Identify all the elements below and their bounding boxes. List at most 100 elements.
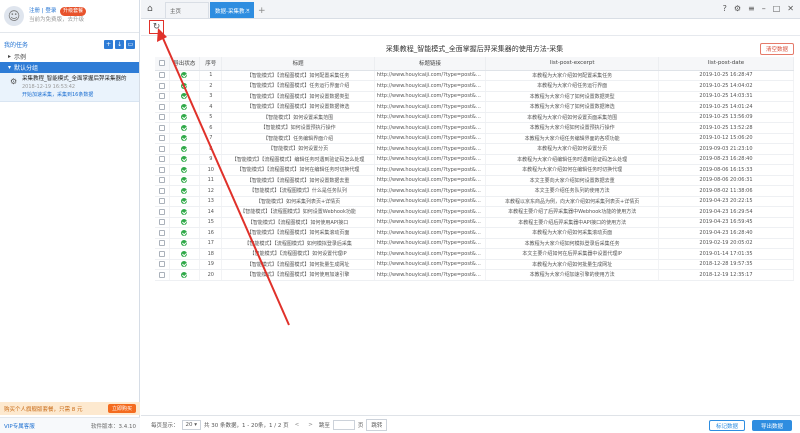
row-checkbox[interactable] [158, 177, 165, 183]
task-item[interactable]: ⚙ 采集教程_智能模式_全面掌握后羿采集器的 2018-12-19 16:53:… [0, 73, 139, 102]
row-checkbox[interactable] [158, 261, 165, 267]
cell-link[interactable]: http://www.houyicaiji.com/?type=post&pid… [374, 164, 487, 176]
cell-link[interactable]: http://www.houyicaiji.com/?type=post&pid… [374, 185, 487, 197]
minimize-icon[interactable]: – [762, 4, 766, 13]
table-row[interactable]: 6 【智能模式】如何设置预执行操作 http://www.houyicaiji.co… [155, 122, 795, 134]
table-row[interactable]: 11 【智能模式】【流程图模式】如何设置数据去重 http://www.houyic… [155, 175, 795, 186]
column-header[interactable]: list-post-excerpt [485, 57, 659, 71]
column-header[interactable]: 标题链接 [374, 57, 487, 71]
import-icon[interactable]: ↓ [115, 39, 124, 49]
row-select[interactable] [155, 133, 170, 144]
tab-home[interactable]: 主页 [165, 2, 209, 18]
row-checkbox[interactable] [158, 82, 165, 89]
table-row[interactable]: 8 【智能模式】如何设置分页 http://www.houyicaiji.com/?… [155, 143, 795, 155]
maximize-icon[interactable]: □ [773, 4, 781, 13]
column-header[interactable]: list-post-date [658, 57, 795, 71]
row-checkbox[interactable] [158, 271, 165, 278]
row-select[interactable] [155, 227, 170, 239]
table-row[interactable]: 20 【智能模式】【流程图模式】如何使用加速引擎 http://www.houyic… [155, 269, 795, 281]
close-icon[interactable]: ✕ [246, 8, 250, 14]
cell-link[interactable]: http://www.houyicaiji.com/?type=post&pid… [374, 101, 487, 113]
cell-link[interactable]: http://www.houyicaiji.com/?type=post&pid… [374, 269, 487, 281]
table-row[interactable]: 10 【智能模式】【流程图模式】如何在编辑任务时切换代理 http://www.ho… [155, 164, 795, 176]
cell-link[interactable]: http://www.houyicaiji.com/?type=post&pid… [374, 91, 487, 102]
cell-link[interactable]: http://www.houyicaiji.com/?type=post&pid… [374, 206, 487, 218]
jump-button[interactable]: 跳转 [366, 418, 388, 431]
row-checkbox[interactable] [158, 229, 165, 236]
cell-link[interactable]: http://www.houyicaiji.com/?type=post&pid… [374, 175, 487, 186]
row-checkbox[interactable] [158, 250, 165, 257]
row-checkbox[interactable] [158, 114, 165, 120]
settings-icon[interactable]: ⚙ [734, 4, 741, 13]
table-row[interactable]: 7 【智能模式】任务编辑界面介绍 http://www.houyicaiji.com… [155, 133, 795, 144]
table-row[interactable]: 15 【智能模式】【流程图模式】如何使用API接口 http://www.houyi… [155, 217, 795, 228]
row-checkbox[interactable] [158, 124, 165, 131]
cell-link[interactable]: http://www.houyicaiji.com/?type=post&pid… [374, 248, 487, 260]
row-select[interactable] [155, 154, 170, 165]
buy-button[interactable]: 立即购买 [107, 404, 136, 413]
add-task-icon[interactable]: + [104, 39, 113, 49]
cell-link[interactable]: http://www.houyicaiji.com/?type=post&pid… [374, 112, 487, 123]
prev-page-button[interactable]: < [292, 422, 303, 428]
row-select[interactable] [155, 164, 170, 176]
row-checkbox[interactable] [158, 166, 165, 173]
row-select[interactable] [155, 143, 170, 155]
table-row[interactable]: 5 【智能模式】如何设置采集范围 http://www.houyicaiji.com… [155, 112, 795, 123]
table-row[interactable]: 17 【智能模式】【流程图模式】如何模拟登录后采集 http://www.houyi… [155, 238, 795, 249]
help-icon[interactable]: ? [723, 4, 727, 13]
select-all-header[interactable] [155, 57, 170, 71]
menu-icon[interactable]: ≡ [748, 4, 755, 13]
row-checkbox[interactable] [158, 187, 165, 194]
home-icon[interactable]: ⌂ [147, 4, 153, 14]
export-data-button[interactable]: 导出数据 [752, 420, 792, 431]
table-row[interactable]: 3 【智能模式】【流程图模式】如何设置数据类型 http://www.houyica… [155, 91, 795, 102]
per-page-select[interactable]: 20 ▾ [181, 419, 202, 430]
user-hint[interactable]: 当前为免费版，去升级 [29, 17, 84, 23]
row-select[interactable] [155, 248, 170, 260]
cell-link[interactable]: http://www.houyicaiji.com/?type=post&pid… [374, 70, 487, 81]
row-checkbox[interactable] [158, 145, 165, 152]
row-select[interactable] [155, 112, 170, 123]
row-select[interactable] [155, 70, 170, 81]
row-checkbox[interactable] [158, 198, 165, 204]
table-row[interactable]: 12 【智能模式】【流程图模式】什么是任务队列 http://www.houyica… [155, 185, 795, 197]
row-select[interactable] [155, 175, 170, 186]
table-row[interactable]: 14 【智能模式】【流程图模式】如何设置Webhook功能 http://www.h… [155, 206, 795, 218]
row-checkbox[interactable] [158, 135, 165, 141]
row-select[interactable] [155, 269, 170, 281]
group-example[interactable]: ▸ 示例 [0, 51, 139, 62]
table-row[interactable]: 13 【智能模式】如何采集列表页+详情页 http://www.houyicaiji… [155, 196, 795, 207]
row-select[interactable] [155, 80, 170, 92]
table-row[interactable]: 1 【智能模式】【流程图模式】如何配置采集任务 http://www.houyica… [155, 70, 795, 81]
folder-icon[interactable]: ▭ [126, 39, 135, 49]
cell-link[interactable]: http://www.houyicaiji.com/?type=post&pid… [374, 133, 487, 144]
row-select[interactable] [155, 206, 170, 218]
login-link[interactable]: 注册 | 登录 [29, 8, 56, 14]
add-tab-icon[interactable]: + [258, 4, 266, 18]
cell-link[interactable]: http://www.houyicaiji.com/?type=post&pid… [374, 227, 487, 239]
cell-link[interactable]: http://www.houyicaiji.com/?type=post&pid… [374, 259, 487, 270]
cell-link[interactable]: http://www.houyicaiji.com/?type=post&pid… [374, 238, 487, 249]
row-select[interactable] [155, 196, 170, 207]
row-select[interactable] [155, 101, 170, 113]
upgrade-badge[interactable]: 升级套餐 [60, 7, 87, 16]
table-row[interactable]: 2 【智能模式】【流程图模式】任务运行界面介绍 http://www.houyica… [155, 80, 795, 92]
table-row[interactable]: 19 【智能模式】【流程图模式】如何批量生成网址 http://www.houyic… [155, 259, 795, 270]
row-checkbox[interactable] [158, 208, 165, 215]
page-jump-input[interactable] [332, 419, 355, 430]
table-row[interactable]: 16 【智能模式】【流程图模式】如何采集滚动页面 http://www.houyic… [155, 227, 795, 239]
cell-link[interactable]: http://www.houyicaiji.com/?type=post&pid… [374, 217, 487, 228]
table-row[interactable]: 4 【智能模式】【流程图模式】如何设置数据筛选 http://www.houyica… [155, 101, 795, 113]
group-default[interactable]: ▾ 默认分组 [0, 62, 139, 73]
row-select[interactable] [155, 238, 170, 249]
avatar[interactable]: ☺ [4, 6, 24, 26]
tab-data[interactable]: 数据-采集教... ✕ [210, 2, 254, 18]
row-checkbox[interactable] [158, 93, 165, 99]
cell-link[interactable]: http://www.houyicaiji.com/?type=post&pid… [374, 196, 487, 207]
refresh-icon[interactable]: ↻ [149, 20, 164, 34]
row-checkbox[interactable] [158, 103, 165, 110]
row-checkbox[interactable] [158, 240, 165, 246]
row-checkbox[interactable] [158, 156, 165, 162]
cell-link[interactable]: http://www.houyicaiji.com/?type=post&pid… [374, 143, 487, 155]
cell-link[interactable]: http://www.houyicaiji.com/?type=post&pid… [374, 80, 487, 92]
